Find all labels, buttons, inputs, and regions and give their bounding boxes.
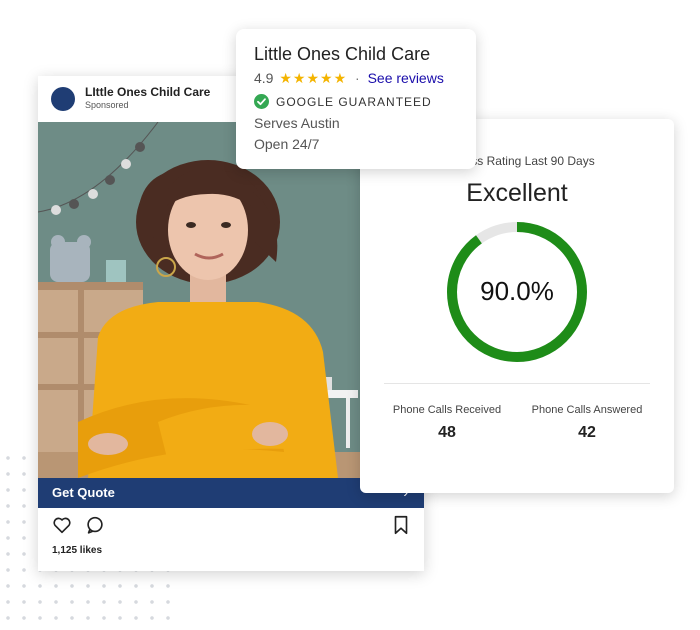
gauge-value: 90.0% <box>480 276 554 306</box>
check-icon <box>254 94 269 109</box>
avatar[interactable] <box>51 87 75 111</box>
metric-value: 42 <box>578 424 596 441</box>
business-name: Little Ones Child Care <box>254 44 431 64</box>
opening-hours: Open 24/7 <box>254 136 320 152</box>
get-quote-label: Get Quote <box>52 485 115 500</box>
post-actions <box>38 514 424 538</box>
metric-label: Phone Calls Answered <box>531 404 643 416</box>
service-area: Serves Austin <box>254 115 340 131</box>
google-listing-card: Little Ones Child Care 4.9 ★★★★★ · See r… <box>236 29 476 169</box>
separator: · <box>355 70 360 86</box>
responsiveness-card: …eness Rating Last 90 Days Excellent 90.… <box>360 119 674 493</box>
heart-icon[interactable] <box>51 514 73 536</box>
rating-line: 4.9 ★★★★★ · See reviews <box>254 70 444 87</box>
divider <box>384 383 650 384</box>
metric-calls-answered: Phone Calls Answered 42 <box>522 404 652 442</box>
rating-label: Excellent <box>466 179 568 207</box>
bookmark-icon[interactable] <box>390 514 412 536</box>
rating-value: 4.9 <box>254 70 274 86</box>
comment-icon[interactable] <box>84 514 106 536</box>
metric-value: 48 <box>438 424 456 441</box>
metric-calls-received: Phone Calls Received 48 <box>382 404 512 442</box>
likes-count: 1,125 likes <box>52 545 103 556</box>
sponsored-label: Sponsored <box>85 100 129 110</box>
see-reviews-link[interactable]: See reviews <box>368 70 444 86</box>
page-name[interactable]: LIttle Ones Child Care <box>85 85 210 99</box>
guaranteed-label: GOOGLE GUARANTEED <box>276 95 432 109</box>
metric-label: Phone Calls Received <box>392 404 502 416</box>
star-rating-icon: ★★★★★ <box>279 70 348 86</box>
